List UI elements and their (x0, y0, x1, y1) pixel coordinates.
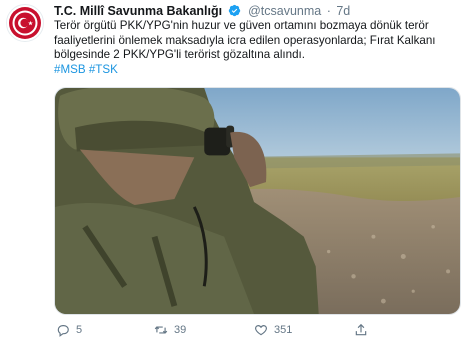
hashtags: #MSB #TSK (54, 63, 458, 78)
hashtag-tsk[interactable]: #TSK (89, 63, 118, 76)
tweet-actions: 5 39 351 (54, 320, 454, 340)
ministry-emblem-icon (9, 7, 41, 39)
author-handle[interactable]: @tcsavunma (248, 4, 321, 18)
soldier-binoculars-photo (55, 88, 460, 314)
separator-dot: · (326, 4, 331, 18)
tweet-text-line: Terör örgütü PKK/YPG'nin huzur ve güven … (54, 19, 429, 32)
tweet-text-line: bölgesinde 2 PKK/YPG'li terörist gözaltı… (54, 48, 305, 61)
hashtag-msb[interactable]: #MSB (54, 63, 86, 76)
author-name[interactable]: T.C. Millî Savunma Bakanlığı (54, 4, 222, 18)
tweet-timestamp[interactable]: 7d (336, 4, 350, 18)
share-icon (355, 323, 367, 336)
verified-badge-icon (228, 4, 240, 17)
tweet-text: Terör örgütü PKK/YPG'nin huzur ve güven … (54, 19, 458, 77)
tweet-text-line: faaliyetlerini önlemek maksadıyla icra e… (54, 33, 436, 47)
tweet-photo[interactable] (54, 87, 461, 315)
like-button[interactable]: 351 (254, 320, 292, 340)
like-count: 351 (274, 324, 293, 336)
retweet-count: 39 (174, 324, 187, 336)
tweet[interactable]: T.C. Millî Savunma Bakanlığı @tcsavunma … (0, 0, 464, 345)
share-button[interactable] (354, 320, 368, 340)
reply-icon (57, 325, 69, 337)
tweet-header: T.C. Millî Savunma Bakanlığı @tcsavunma … (54, 3, 350, 19)
retweet-button[interactable]: 39 (154, 320, 186, 340)
retweet-icon (154, 326, 168, 334)
reply-count: 5 (76, 324, 83, 336)
avatar[interactable] (6, 4, 44, 42)
heart-icon (255, 325, 267, 336)
reply-button[interactable]: 5 (56, 320, 82, 340)
